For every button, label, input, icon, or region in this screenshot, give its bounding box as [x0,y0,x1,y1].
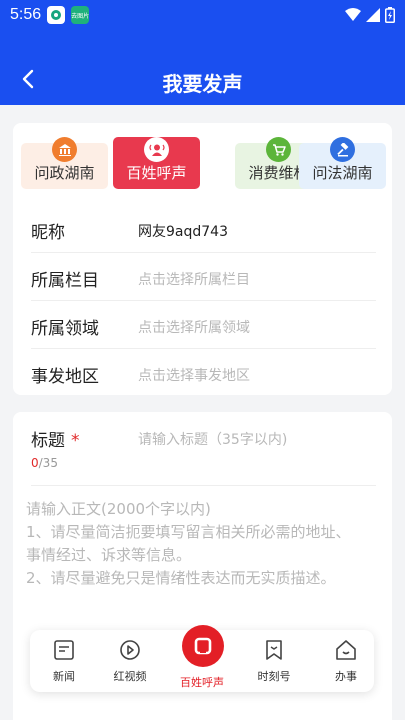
body-placeholder-line: 事情经过、诉求等信息。 [26,546,192,564]
status-time: 5:56 [10,6,42,23]
battery-icon [385,7,395,23]
region-placeholder[interactable]: 点击选择事发地区 [138,365,250,385]
bottom-nav: 新闻 红视频 百姓呼声 时刻号 办事 [30,625,374,692]
app-notification-icon [47,6,66,24]
field-label: 所属领域 [31,319,99,339]
column-placeholder[interactable]: 点击选择所属栏目 [138,269,250,289]
speaking-person-icon [144,137,169,162]
region-select[interactable]: 事发地区 点击选择事发地区 [31,349,376,397]
title-counter: 0/35 [31,456,58,470]
category-tabs: 问政湖南 百姓呼声 消费维权 问法湖南 [21,137,386,193]
field-select[interactable]: 所属领域 点击选择所属领域 [31,301,376,349]
government-building-icon [52,137,77,162]
body-textarea[interactable]: 请输入正文(2000个字以内) 1、请尽量简洁扼要填写留言相关所必需的地址、 事… [26,498,381,590]
required-mark: * [71,431,80,451]
wifi-icon [345,8,361,21]
tab-wenzheng-hunan[interactable]: 问政湖南 [21,137,108,189]
nickname-label: 昵称 [31,223,65,243]
signal-icon [366,8,380,22]
nav-baixing-husheng[interactable]: 百姓呼声 [168,625,236,692]
nav-label: 办事 [335,670,357,683]
app-header: 我要发声 [0,30,405,105]
field-placeholder[interactable]: 点击选择所属领域 [138,317,250,337]
region-label: 事发地区 [31,367,99,387]
info-card: 问政湖南 百姓呼声 消费维权 问法湖南 昵称 网友9aqd743 所属栏目 点击… [13,123,392,395]
page-title: 我要发声 [162,72,243,96]
title-label-text: 标题 [31,431,65,451]
nickname-value: 网友9aqd743 [138,224,228,240]
nav-label: 时刻号 [257,670,291,683]
nav-red-video[interactable]: 红视频 [96,630,164,692]
gavel-icon [330,137,355,162]
title-row: 标题 * 请输入标题（35字以内) 0/35 [31,424,376,486]
body-placeholder-line: 1、请尽量简洁扼要填写留言相关所必需的地址、 [26,523,351,541]
voice-square-icon [182,625,224,667]
house-icon [336,640,356,660]
column-label: 所属栏目 [31,271,99,291]
column-select[interactable]: 所属栏目 点击选择所属栏目 [31,253,376,301]
news-icon [54,640,74,660]
tab-wenfa-hunan[interactable]: 问法湖南 [299,137,386,189]
body-placeholder-line: 2、请尽量避免只是情绪性表达而无实质描述。 [26,569,336,587]
nav-label: 红视频 [113,670,147,683]
counter-max: /35 [38,456,58,470]
nav-shikehao[interactable]: 时刻号 [240,630,308,692]
nav-label: 新闻 [53,670,75,683]
title-input[interactable]: 请输入标题（35字以内) [138,429,287,449]
shopping-cart-icon [266,137,291,162]
tab-baixing-husheng[interactable]: 百姓呼声 [113,137,200,189]
body-placeholder-line: 请输入正文(2000个字以内) [26,500,211,518]
video-play-icon [120,640,140,660]
nav-label: 百姓呼声 [180,676,224,689]
tab-label: 百姓呼声 [126,164,187,182]
nickname-row: 昵称 网友9aqd743 [31,205,376,253]
tab-label: 问法湖南 [312,164,373,182]
nav-news[interactable]: 新闻 [30,630,98,692]
nav-banshi[interactable]: 办事 [312,630,380,692]
counter-current: 0 [31,456,39,470]
title-label: 标题 * [31,426,80,451]
bookmark-icon [266,640,282,660]
app-badge-icon: 去图片 [71,6,89,24]
tab-label: 问政湖南 [34,164,95,182]
status-bar: 5:56 去图片 [0,0,405,30]
